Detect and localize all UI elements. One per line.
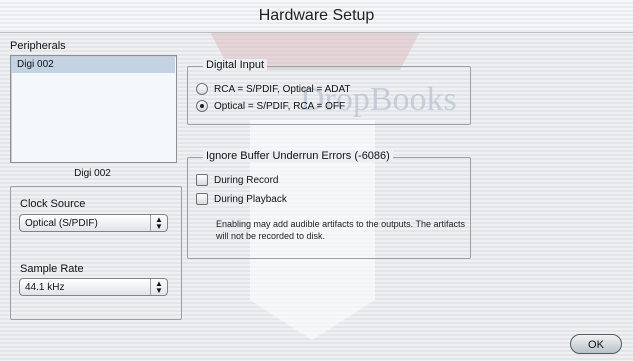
window-title: Hardware Setup [258,7,375,24]
digital-input-option-rca-label: RCA = S/PDIF, Optical = ADAT [214,84,351,95]
list-item[interactable]: Digi 002 [12,57,175,73]
stepper-arrows-icon: ▲ ▼ [150,279,167,295]
sample-rate-label: Sample Rate [20,263,84,275]
clock-source-select[interactable]: Optical (S/PDIF) ▲ ▼ [19,214,168,232]
during-playback-label: During Playback [214,194,287,205]
digital-input-title: Digital Input [203,59,268,71]
stepper-arrows-icon: ▲ ▼ [150,215,167,231]
peripherals-list[interactable]: Digi 002 [10,55,177,163]
digital-input-panel [187,66,471,125]
buffer-errors-panel [187,157,471,259]
buffer-errors-note: Enabling may add audible artifacts to th… [216,219,465,241]
buffer-errors-title: Ignore Buffer Underrun Errors (-6086) [203,150,393,162]
clock-source-label: Clock Source [20,198,86,210]
sample-rate-value: 44.1 kHz [25,282,65,293]
sample-rate-select[interactable]: 44.1 kHz ▲ ▼ [19,278,168,296]
digital-input-option-optical-label: Optical = S/PDIF, RCA = OFF [214,101,346,112]
digital-input-radio-optical[interactable] [196,100,208,112]
digital-input-radio-rca[interactable] [196,83,208,95]
clock-source-value: Optical (S/PDIF) [25,218,98,229]
hardware-setup-window: DropBooks Hardware Setup Peripherals Dig… [0,0,633,361]
during-record-label: During Record [214,175,279,186]
ok-button[interactable]: OK [570,334,622,354]
title-bar: Hardware Setup [0,0,633,33]
peripherals-label: Peripherals [10,40,66,52]
during-playback-checkbox[interactable] [196,193,208,205]
during-record-checkbox[interactable] [196,174,208,186]
selected-device-name: Digi 002 [74,168,111,179]
